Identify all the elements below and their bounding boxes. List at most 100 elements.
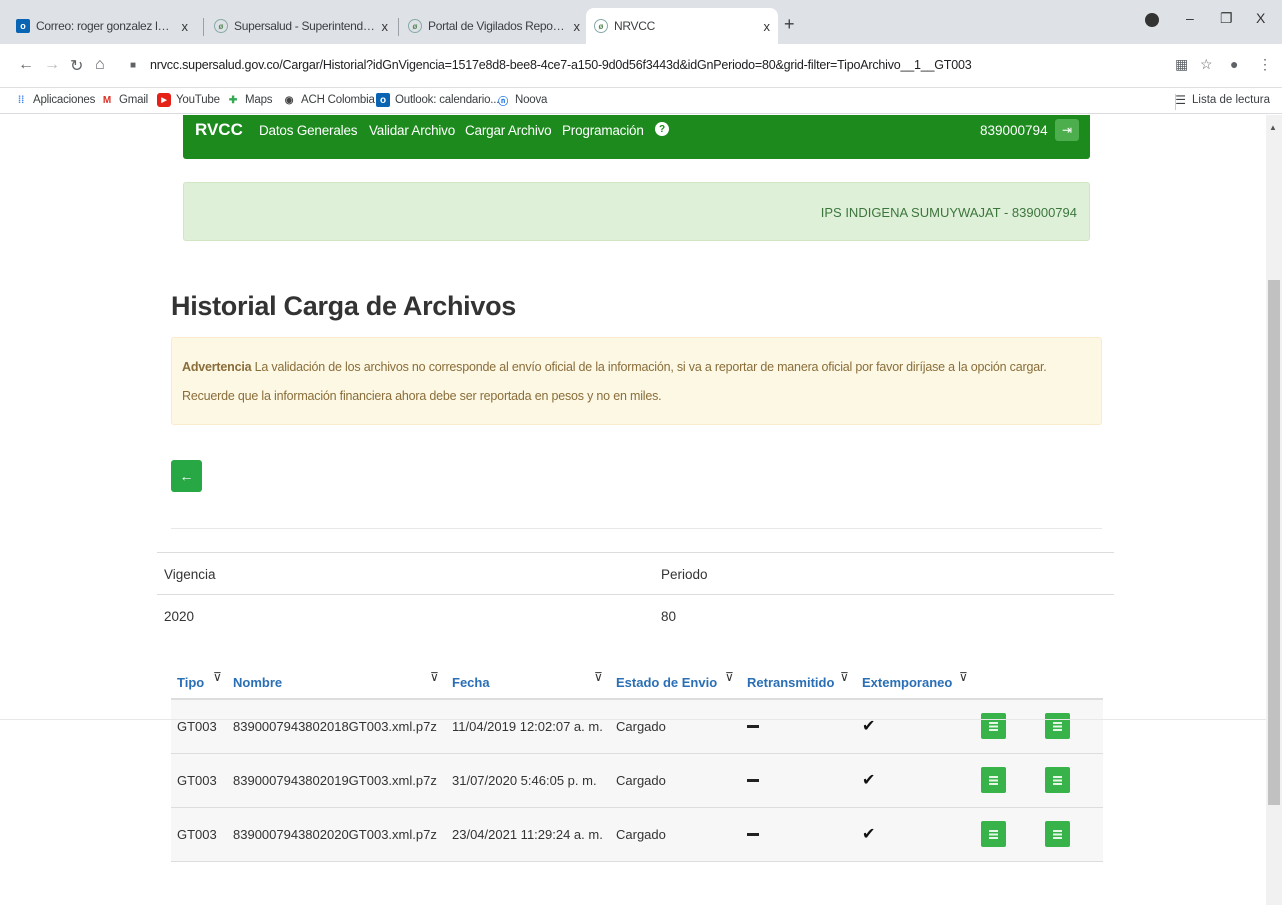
maps-icon: ✚ (228, 94, 238, 106)
close-icon[interactable]: x (182, 19, 189, 34)
periodo-value: 80 (661, 609, 677, 624)
files-grid: Tipo ⊽ Nombre ⊽ Fecha ⊽ Estado de Envio … (171, 660, 1103, 862)
profile-icon[interactable] (1145, 13, 1159, 27)
column-fecha[interactable]: Fecha (452, 675, 490, 690)
logout-button[interactable]: ⇥ (1055, 119, 1079, 141)
bookmark-noova[interactable]: ⓝ Noova (496, 93, 548, 108)
back-button[interactable]: ← (171, 460, 202, 492)
bookmarks-bar: ⁞⁞ Aplicaciones M Gmail ▶ YouTube ✚ Maps… (0, 88, 1282, 114)
scrollbar-thumb[interactable] (1268, 280, 1280, 805)
warning-text: La validación de los archivos no corresp… (251, 360, 1047, 374)
tab-title: Portal de Vigilados Reporte de C (428, 19, 568, 33)
browser-tab-portal-vigilados[interactable]: ø Portal de Vigilados Reporte de C x (400, 8, 588, 44)
dash-icon (747, 779, 759, 782)
scroll-up-arrow-icon[interactable]: ▲ (1269, 123, 1277, 132)
back-arrow-icon[interactable]: ← (18, 56, 34, 74)
bookmark-aplicaciones[interactable]: ⁞⁞ Aplicaciones (14, 93, 96, 107)
view-log-button[interactable] (1045, 767, 1070, 793)
new-tab-button[interactable]: + (784, 14, 795, 35)
app-navbar: RVCC Datos Generales Validar Archivo Car… (183, 115, 1090, 159)
globe-icon: ◉ (284, 94, 294, 106)
star-icon[interactable]: ☆ (1200, 56, 1213, 73)
help-icon[interactable]: ? (655, 122, 669, 136)
nav-cargar-archivo[interactable]: Cargar Archivo (465, 123, 552, 138)
tab-separator (203, 18, 204, 36)
list-icon (1053, 721, 1062, 731)
url-text: nrvcc.supersalud.gov.co/Cargar/Historial… (150, 58, 972, 72)
close-icon[interactable]: x (574, 19, 581, 34)
reading-list-button[interactable]: ☰ Lista de lectura (1175, 93, 1270, 107)
home-icon[interactable]: ⌂ (95, 56, 105, 74)
address-bar[interactable]: ■ nrvcc.supersalud.gov.co/Cargar/Histori… (120, 50, 1160, 80)
view-details-button[interactable] (981, 713, 1006, 739)
bookmark-outlook-calendario[interactable]: o Outlook: calendario... (376, 93, 499, 107)
bookmark-ach-colombia[interactable]: ◉ ACH Colombia (282, 93, 375, 107)
filter-icon[interactable]: ⊽ (430, 670, 439, 684)
reading-list-label: Lista de lectura (1192, 94, 1270, 106)
browser-tab-outlook[interactable]: o Correo: roger gonzalez lobo - Ou x (8, 8, 196, 44)
column-estado-envio[interactable]: Estado de Envio (616, 675, 717, 690)
browser-tab-supersalud[interactable]: ø Supersalud - Superintendencia N x (206, 8, 396, 44)
browser-toolbar: ← → ↻ ⌂ ■ nrvcc.supersalud.gov.co/Cargar… (0, 44, 1282, 88)
brand-logo[interactable]: RVCC (195, 120, 243, 140)
view-log-button[interactable] (1045, 713, 1070, 739)
nav-programacion[interactable]: Programación (562, 123, 644, 138)
cell-estado: Cargado (616, 827, 666, 842)
list-icon (989, 829, 998, 839)
tab-title: NRVCC (614, 19, 655, 33)
cell-nombre: 8390007943802019GT003.xml.p7z (233, 773, 437, 788)
cell-estado: Cargado (616, 719, 666, 734)
translate-icon[interactable]: ▦ (1175, 56, 1188, 73)
bookmark-gmail[interactable]: M Gmail (100, 93, 148, 107)
list-icon (1053, 775, 1062, 785)
menu-dots-icon[interactable]: ⋮ (1258, 56, 1272, 73)
cell-tipo: GT003 (177, 773, 217, 788)
warning-line-1: Advertencia La validación de los archivo… (182, 360, 1047, 374)
view-log-button[interactable] (1045, 821, 1070, 847)
filter-icon[interactable]: ⊽ (594, 670, 603, 684)
lock-icon: ■ (130, 59, 136, 71)
filter-icon[interactable]: ⊽ (840, 670, 849, 684)
filter-icon[interactable]: ⊽ (213, 670, 222, 684)
cell-nombre: 8390007943802018GT003.xml.p7z (233, 719, 437, 734)
warning-line-2: Recuerde que la información financiera a… (182, 389, 662, 403)
filter-icon[interactable]: ⊽ (959, 670, 968, 684)
dash-icon (747, 833, 759, 836)
bookmark-youtube[interactable]: ▶ YouTube (157, 93, 220, 107)
account-icon[interactable]: ● (1230, 56, 1238, 72)
minimize-button[interactable]: – (1186, 10, 1194, 26)
meta-value-row: 2020 80 (157, 594, 1114, 636)
nav-datos-generales[interactable]: Datos Generales (259, 123, 358, 138)
column-extemporaneo[interactable]: Extemporaneo (862, 675, 952, 690)
nav-validar-archivo[interactable]: Validar Archivo (369, 123, 455, 138)
apps-grid-icon: ⁞⁞ (17, 94, 25, 106)
list-icon (989, 721, 998, 731)
divider (171, 528, 1102, 529)
entity-banner: IPS INDIGENA SUMUYWAJAT - 839000794 (183, 182, 1090, 241)
restore-button[interactable]: ❐ (1220, 10, 1233, 27)
bookmark-label: Aplicaciones (33, 94, 96, 106)
column-nombre[interactable]: Nombre (233, 675, 282, 690)
close-window-button[interactable]: X (1256, 10, 1265, 26)
view-details-button[interactable] (981, 821, 1006, 847)
filter-icon[interactable]: ⊽ (725, 670, 734, 684)
outlook-icon: o (376, 93, 390, 107)
close-icon[interactable]: x (764, 19, 771, 34)
reading-list-icon: ☰ (1175, 93, 1186, 107)
browser-tab-nrvcc[interactable]: ø NRVCC x (586, 8, 778, 44)
page-content: RVCC Datos Generales Validar Archivo Car… (0, 115, 1266, 905)
bookmark-label: Noova (515, 94, 548, 106)
page-scrollbar[interactable]: ▲ (1266, 115, 1282, 905)
noova-icon: ⓝ (498, 96, 508, 108)
forward-arrow-icon[interactable]: → (44, 56, 60, 74)
bookmark-label: Gmail (119, 94, 149, 106)
list-icon (989, 775, 998, 785)
youtube-icon: ▶ (157, 93, 171, 107)
column-tipo[interactable]: Tipo (177, 675, 204, 690)
bookmark-maps[interactable]: ✚ Maps (226, 93, 273, 107)
bookmark-label: Outlook: calendario... (395, 94, 500, 106)
view-details-button[interactable] (981, 767, 1006, 793)
close-icon[interactable]: x (382, 19, 389, 34)
reload-icon[interactable]: ↻ (70, 56, 83, 76)
column-retransmitido[interactable]: Retransmitido (747, 675, 834, 690)
